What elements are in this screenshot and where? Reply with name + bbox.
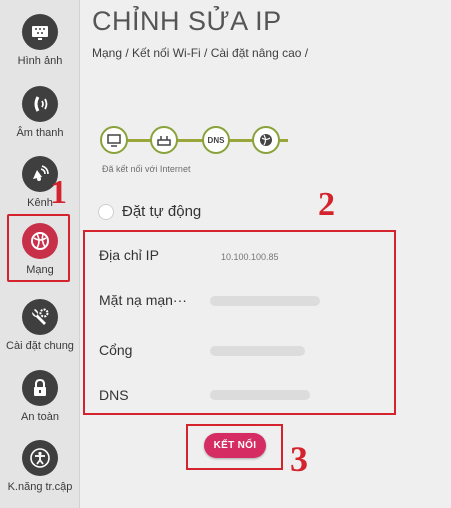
connect-button[interactable]: KẾT NỐI: [204, 433, 266, 458]
sidebar-item-label: Âm thanh: [16, 127, 64, 139]
sidebar-item-label: Kênh: [27, 197, 53, 209]
field-label: DNS: [99, 387, 129, 403]
dns-node: DNS: [202, 126, 230, 154]
auto-setting-row[interactable]: Đặt tự động: [98, 203, 201, 220]
sidebar: Hình ảnh Âm thanh Kênh Mạng Cài đặt chun…: [0, 0, 80, 508]
auto-setting-label: Đặt tự động: [122, 203, 202, 220]
highlight-box-ip-fields: Địa chỉ IP 10.100.100.85 Mặt nạ mạn··· C…: [83, 230, 396, 415]
sidebar-item-label: Hình ảnh: [17, 55, 63, 67]
step-2-annotation: 2: [318, 186, 335, 223]
gateway-field[interactable]: Cổng: [99, 342, 132, 358]
step-3-annotation: 3: [290, 439, 308, 479]
sidebar-item-label: K.năng tr.cập: [7, 481, 73, 493]
field-label: Địa chỉ IP: [99, 247, 159, 263]
breadcrumb: Mạng / Kết nối Wi-Fi / Cài đặt nâng cao …: [92, 46, 309, 60]
highlight-box-network: [7, 214, 70, 282]
field-label: Mặt nạ mạn···: [99, 292, 187, 308]
sidebar-item-safety[interactable]: An toàn: [0, 364, 80, 430]
wrench-gear-icon: [22, 299, 58, 335]
main-panel: CHỈNH SỬA IP Mạng / Kết nối Wi-Fi / Cài …: [80, 0, 451, 508]
gateway-value-blurred: [210, 346, 305, 356]
subnet-mask-value-blurred: [210, 296, 320, 306]
picture-icon: [22, 14, 58, 50]
step-1-annotation: 1: [50, 174, 67, 211]
sidebar-item-channel[interactable]: Kênh: [0, 150, 80, 216]
auto-radio[interactable]: [98, 203, 114, 220]
sidebar-item-picture[interactable]: Hình ảnh: [0, 8, 80, 74]
ip-address-value: 10.100.100.85: [221, 252, 279, 262]
field-label: Cổng: [99, 342, 133, 358]
sidebar-item-label: An toàn: [21, 411, 59, 423]
router-icon: [150, 126, 178, 154]
sidebar-item-label: Cài đặt chung: [6, 340, 74, 352]
connection-status-diagram: DNS: [100, 120, 300, 160]
accessibility-icon: [22, 440, 58, 476]
dns-field[interactable]: DNS: [99, 387, 129, 403]
connection-status-text: Đã kết nối với Internet: [102, 164, 191, 174]
sidebar-item-sound[interactable]: Âm thanh: [0, 80, 80, 146]
sidebar-item-general[interactable]: Cài đặt chung: [0, 293, 80, 359]
page-title: CHỈNH SỬA IP: [92, 6, 282, 36]
dns-node-label: DNS: [207, 135, 225, 145]
dns-value-blurred: [210, 390, 310, 400]
lock-icon: [22, 370, 58, 406]
globe-icon: [252, 126, 280, 154]
sound-icon: [22, 86, 58, 122]
ip-address-field[interactable]: Địa chỉ IP: [99, 247, 159, 263]
sidebar-item-accessibility[interactable]: K.năng tr.cập: [0, 434, 80, 500]
tv-icon: [100, 126, 128, 154]
subnet-mask-field[interactable]: Mặt nạ mạn···: [99, 292, 187, 308]
